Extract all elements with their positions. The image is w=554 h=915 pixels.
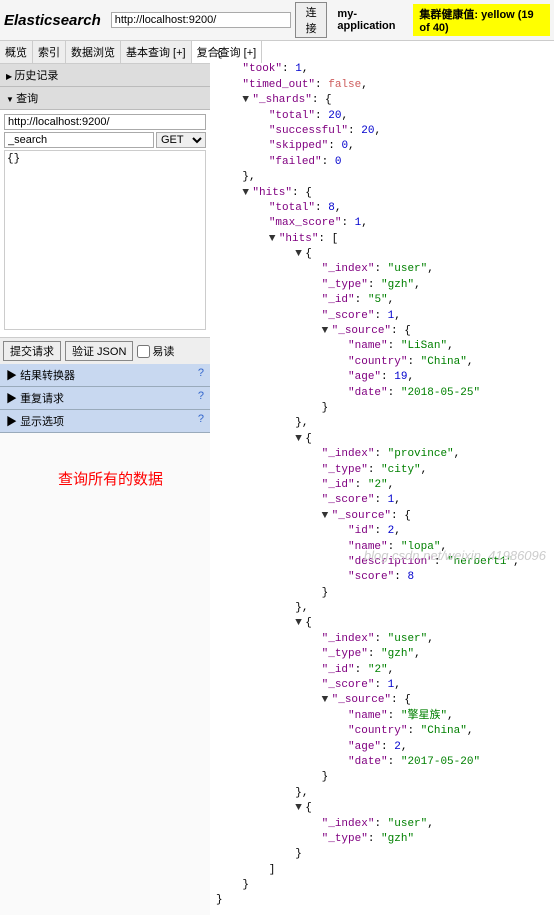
watermark: blog.csdn.net/weixin_41986096 xyxy=(364,548,546,563)
pretty-checkbox[interactable] xyxy=(137,345,150,358)
pretty-checkbox-label[interactable]: 易读 xyxy=(137,343,174,359)
response-panel: { "took": 1, "timed_out": false, ▼ "_sha… xyxy=(210,41,554,915)
connect-button[interactable]: 连接 xyxy=(295,2,328,38)
cluster-url-input[interactable] xyxy=(111,12,291,28)
http-method-select[interactable]: GET xyxy=(156,132,206,148)
caption-text: 查询所有的数据 xyxy=(50,460,171,497)
accordion-display[interactable]: ▶ 显示选项? xyxy=(0,410,210,433)
tab-indices[interactable]: 索引 xyxy=(33,41,66,63)
tab-overview[interactable]: 概览 xyxy=(0,41,33,63)
tab-basic-query[interactable]: 基本查询 [+] xyxy=(121,41,192,63)
section-query[interactable]: 查询 xyxy=(0,87,210,110)
submit-button[interactable]: 提交请求 xyxy=(3,341,61,361)
tab-browse[interactable]: 数据浏览 xyxy=(66,41,121,63)
cluster-health-badge: 集群健康值: yellow (19 of 40) xyxy=(413,4,550,36)
accordion-transformer[interactable]: ▶ 结果转换器? xyxy=(0,364,210,387)
query-url-input[interactable] xyxy=(4,114,206,130)
validate-json-button[interactable]: 验证 JSON xyxy=(65,341,133,361)
main-tabs: 概览 索引 数据浏览 基本查询 [+] 复合查询 [+] xyxy=(0,41,210,64)
app-name: my-application xyxy=(331,8,409,32)
query-path-input[interactable] xyxy=(4,132,154,148)
request-body-input[interactable]: {} xyxy=(4,150,206,330)
section-history[interactable]: 历史记录 xyxy=(0,64,210,87)
accordion-repeat[interactable]: ▶ 重复请求? xyxy=(0,387,210,410)
logo: Elasticsearch xyxy=(4,12,107,29)
